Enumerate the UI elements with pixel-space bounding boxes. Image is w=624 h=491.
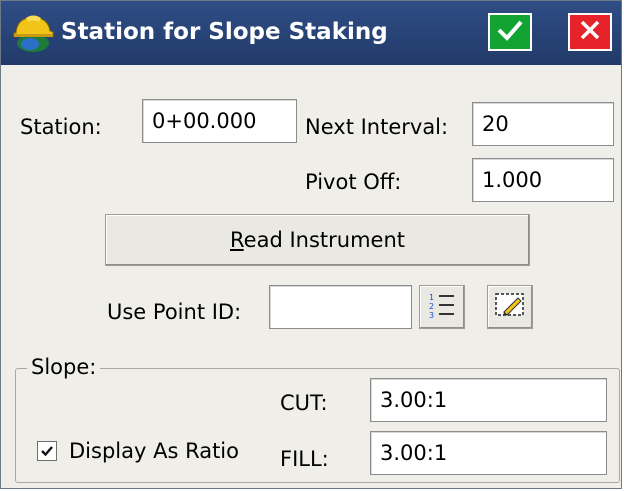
svg-text:2: 2 bbox=[429, 302, 434, 311]
surveyor-hardhat-icon bbox=[11, 9, 57, 55]
close-icon bbox=[579, 19, 601, 45]
pivot-off-field[interactable]: 1.000 bbox=[472, 158, 614, 202]
close-button[interactable] bbox=[568, 13, 612, 51]
window-title: Station for Slope Staking bbox=[61, 19, 388, 45]
slope-staking-dialog: Station for Slope Staking Station: 0+00.… bbox=[0, 0, 622, 489]
cut-ratio-field[interactable]: 3.00:1 bbox=[370, 378, 607, 422]
map-select-button[interactable] bbox=[487, 285, 533, 329]
use-point-id-label: Use Point ID: bbox=[107, 300, 242, 324]
cut-label: CUT: bbox=[280, 391, 328, 415]
numbered-list-icon: 1 2 3 bbox=[427, 291, 457, 323]
display-as-ratio-label: Display As Ratio bbox=[69, 439, 239, 463]
title-bar: Station for Slope Staking bbox=[1, 1, 621, 65]
station-label: Station: bbox=[20, 115, 102, 139]
read-instrument-button[interactable]: Read Instrument bbox=[105, 214, 530, 266]
station-field[interactable]: 0+00.000 bbox=[142, 99, 297, 143]
pivot-off-label: Pivot Off: bbox=[305, 170, 402, 194]
map-select-icon bbox=[494, 291, 526, 323]
next-interval-field[interactable]: 20 bbox=[472, 102, 614, 146]
svg-text:1: 1 bbox=[429, 293, 434, 302]
checkbox-check-icon bbox=[41, 446, 53, 457]
fill-ratio-field[interactable]: 3.00:1 bbox=[370, 431, 607, 475]
next-interval-label: Next Interval: bbox=[305, 115, 449, 139]
fill-label: FILL: bbox=[280, 447, 329, 471]
display-as-ratio-checkbox[interactable] bbox=[37, 441, 57, 461]
point-list-button[interactable]: 1 2 3 bbox=[419, 285, 465, 329]
checkmark-icon bbox=[496, 18, 524, 46]
slope-group-title: Slope: bbox=[27, 353, 101, 381]
ok-button[interactable] bbox=[488, 13, 532, 51]
svg-text:3: 3 bbox=[429, 311, 434, 319]
use-point-id-field[interactable] bbox=[269, 285, 412, 329]
read-instrument-label: Read Instrument bbox=[230, 228, 405, 252]
